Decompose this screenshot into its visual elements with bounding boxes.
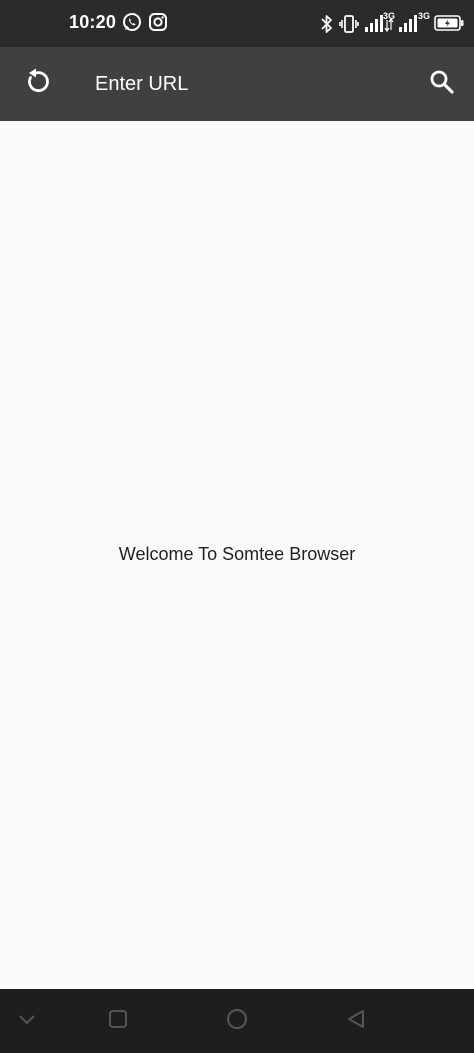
reload-button[interactable] [16,64,56,104]
home-icon [225,1007,249,1036]
network-label-1: 3G [383,11,396,21]
battery-icon [434,15,464,36]
back-button[interactable] [344,1009,368,1033]
reload-icon [22,68,50,101]
whatsapp-icon [122,12,142,37]
chevron-down-icon [16,1008,38,1035]
bluetooth-icon [320,14,334,39]
navigation-bar [0,989,474,1053]
web-content[interactable]: Welcome To Somtee Browser [0,121,474,989]
back-icon [345,1008,367,1035]
search-icon [429,69,455,100]
instagram-icon [148,12,168,37]
vibrate-icon [339,14,359,39]
recents-icon [107,1008,129,1035]
network-label-2: 3G [418,11,431,21]
welcome-text: Welcome To Somtee Browser [118,544,356,564]
browser-screen: 10:20 3G 3G Enter URL Welcome To Somtee … [0,0,474,1053]
hide-nav-button[interactable] [15,1009,39,1033]
app-bar [0,47,474,121]
recents-button[interactable] [106,1009,130,1033]
search-button[interactable] [422,64,462,104]
url-input[interactable] [95,67,395,101]
status-time: 10:20 [69,12,117,32]
status-bar: 10:20 3G 3G [0,0,474,47]
home-button[interactable] [225,1007,249,1036]
